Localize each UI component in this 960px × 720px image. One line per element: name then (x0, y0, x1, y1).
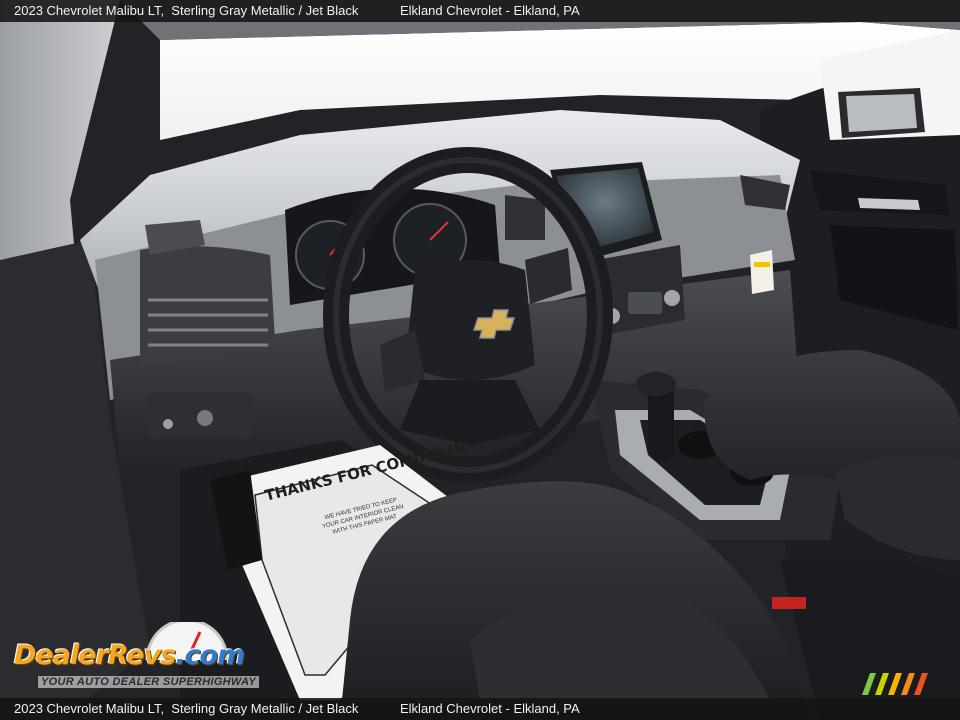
dealer-caption: Elkland Chevrolet - Elkland, PA (400, 3, 580, 18)
caption-bar-top: 2023 Chevrolet Malibu LT, Sterling Gray … (0, 0, 960, 22)
logo-domain-text: .com (175, 640, 245, 671)
dealer-caption: Elkland Chevrolet - Elkland, PA (400, 701, 580, 716)
logo-tagline: YOUR AUTO DEALER SUPERHIGHWAY (38, 676, 260, 688)
dealerrevs-watermark-logo: DealerRevs.com YOUR AUTO DEALER SUPERHIG… (10, 622, 270, 698)
stripes-logo-icon (862, 673, 928, 695)
vehicle-caption: 2023 Chevrolet Malibu LT, Sterling Gray … (14, 3, 359, 18)
caption-bar-bottom: 2023 Chevrolet Malibu LT, Sterling Gray … (0, 698, 960, 720)
logo-brand-text: DealerRevs (14, 640, 176, 671)
car-interior-photo (0, 0, 960, 720)
logo-wordmark: DealerRevs.com (14, 640, 245, 671)
vehicle-caption: 2023 Chevrolet Malibu LT, Sterling Gray … (14, 701, 359, 716)
